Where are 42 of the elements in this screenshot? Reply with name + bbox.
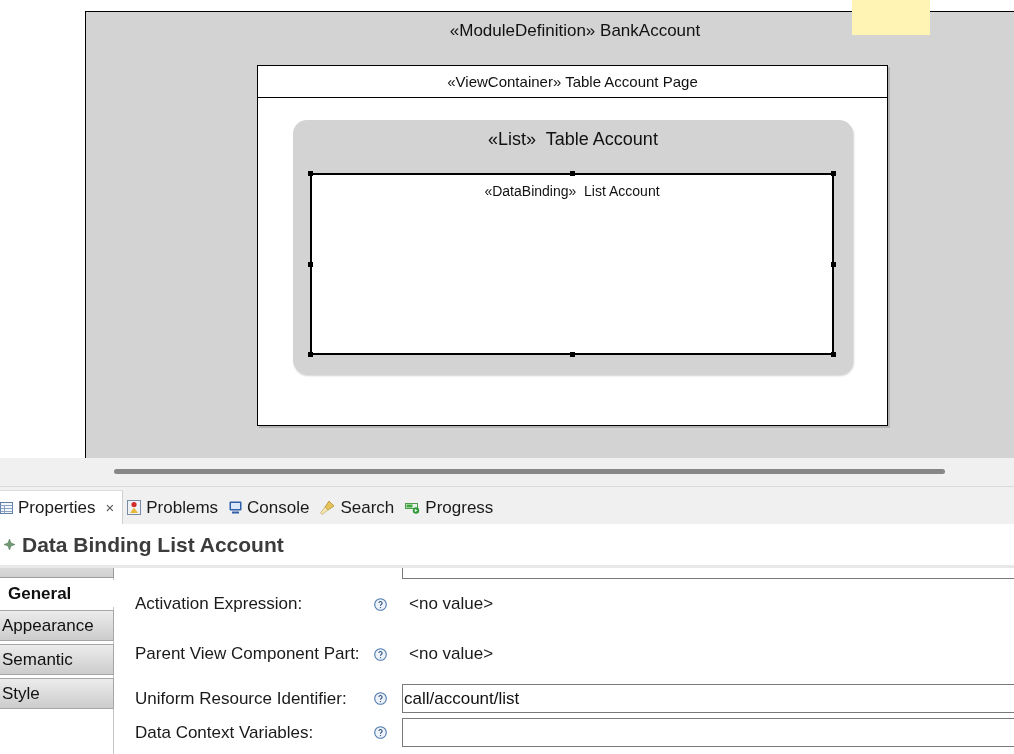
view-tab[interactable]: Progress — [401, 490, 501, 524]
table-icon — [0, 501, 13, 514]
property-label: Activation Expression: — [135, 594, 304, 614]
selection-handle[interactable] — [308, 352, 313, 357]
progress-bar-icon — [405, 501, 421, 514]
close-button[interactable]: × — [103, 499, 117, 516]
selection-handle[interactable] — [308, 261, 313, 267]
diamond-icon — [4, 539, 15, 550]
properties-title: Data Binding List Account — [22, 532, 284, 557]
view-tab[interactable]: Properties × — [0, 490, 124, 524]
input-field[interactable]: call/account/list — [402, 684, 1014, 713]
help-icon — [374, 597, 387, 611]
section-tab[interactable]: Appearance — [0, 610, 114, 641]
help-icon — [374, 692, 387, 705]
property-label: Data Context Variables: — [135, 722, 315, 743]
selection-handle[interactable] — [831, 261, 836, 267]
property-value: <no value> — [409, 594, 494, 614]
property-label: Uniform Resource Identifier: — [135, 688, 348, 709]
flashlight-icon — [320, 500, 336, 515]
view-tab[interactable]: Problems — [123, 490, 226, 524]
list-title: «List» Table Account — [488, 128, 658, 150]
selection-handle[interactable] — [569, 352, 575, 357]
property-value: <no value> — [409, 644, 494, 664]
selection-handle[interactable] — [569, 171, 575, 176]
view-tab[interactable]: Search — [316, 490, 402, 524]
help-icon — [374, 726, 387, 739]
help-icon — [374, 647, 387, 661]
input-field[interactable] — [402, 718, 1014, 747]
module-title: «ModuleDefinition» BankAccount — [449, 20, 701, 42]
input-field[interactable] — [402, 568, 1014, 579]
binding-title: «DataBinding» List Account — [484, 183, 660, 199]
section-tab[interactable]: Style — [0, 678, 114, 709]
property-label: Parent View Component Part: — [135, 644, 361, 664]
selection-handle[interactable] — [831, 171, 836, 176]
view-tab[interactable]: Console — [225, 490, 317, 524]
selection-handle[interactable] — [831, 352, 836, 357]
selection-handle[interactable] — [308, 171, 313, 176]
section-tab[interactable]: Semantic — [0, 644, 114, 675]
warning-figure-icon — [127, 500, 142, 515]
monitor-icon — [229, 501, 243, 514]
container-title: «ViewContainer» Table Account Page — [447, 73, 698, 90]
scrollbar[interactable] — [114, 469, 945, 474]
